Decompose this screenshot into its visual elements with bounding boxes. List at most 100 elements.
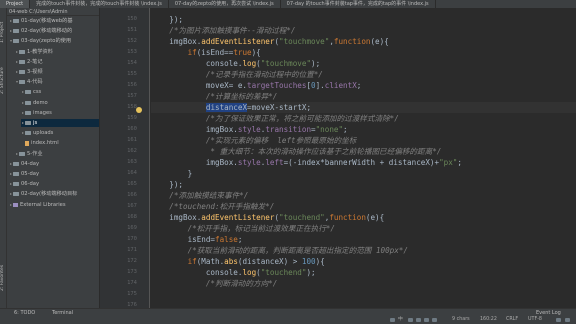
code-line[interactable]: /*获取当前滑动的距离，判断距离是否超出指定的范围 100px*/	[151, 245, 408, 256]
code-line[interactable]: /*判断滑动的方向*/	[151, 278, 277, 289]
git-icon	[565, 318, 570, 322]
tree-item[interactable]: ▾ 03-day(zepto的使用	[9, 37, 99, 45]
tab-file-3[interactable]: 07-day 的touch事件封装tap事件，完成的tap的事件 \index.…	[281, 0, 436, 8]
tree-item[interactable]: ▸ images	[21, 109, 99, 117]
code-line[interactable]: imgBox.addEventListener("touchend",funct…	[151, 212, 384, 223]
tree-item[interactable]: ▸ 02-day(移动端移动的	[9, 27, 99, 35]
cursor-position[interactable]: 160:22	[480, 316, 497, 324]
file-encoding[interactable]: UTF-8	[528, 316, 542, 324]
tree-item-label: 03-day(zepto的使用	[21, 38, 72, 45]
tree-item[interactable]: ▸ 04-day	[9, 160, 99, 168]
tree-item[interactable]: ▸ js	[21, 119, 99, 127]
line-number: 164	[127, 170, 137, 176]
tree-item[interactable]: ▸ 5-作业	[15, 150, 99, 158]
project-root[interactable]: 04-web C:\Users\Admin	[7, 8, 99, 16]
code-line[interactable]: /*touchend:松开手指触发*/	[151, 201, 274, 212]
line-separator[interactable]: CRLF	[506, 316, 518, 324]
tree-item-label: 02-day(移动端移动目标	[21, 191, 78, 198]
tree-item-label: 5-作业	[27, 150, 43, 157]
folder-icon	[13, 29, 19, 34]
tree-item-label: 06-day	[21, 181, 40, 188]
folder-icon	[19, 80, 25, 85]
code-line[interactable]: /*松开手指，标记当前过渡效果正在执行*/	[151, 223, 335, 234]
line-number: 175	[127, 291, 137, 297]
tree-item[interactable]: ▸ demo	[21, 99, 99, 107]
tree-item-label: 2-笔记	[27, 58, 43, 65]
folder-icon	[25, 110, 31, 115]
tree-item[interactable]: ▸ 01-day(移动web的基	[9, 17, 99, 25]
folder-icon	[25, 100, 31, 105]
tree-item[interactable]: ▸ 1-教学资料	[15, 48, 99, 56]
line-number-gutter: 150 151 152 153 154 155 156 157 158 159 160 161 162 1…	[100, 8, 150, 308]
tree-item-label: index.html	[31, 140, 59, 147]
tree-item[interactable]: ▸ External Libraries	[9, 201, 99, 209]
tree-item[interactable]: ▸ 3-视频	[15, 68, 99, 76]
code-line[interactable]: /*实现元素的偏移 left参照最原始的坐标	[151, 135, 356, 146]
line-number: 159	[127, 115, 137, 121]
tree-item[interactable]: ▸ uploads	[21, 129, 99, 137]
code-line[interactable]: });	[151, 14, 183, 25]
code-line[interactable]: if(Math.abs(distanceX) > 100){	[151, 256, 325, 267]
line-number: 165	[127, 181, 137, 187]
tree-item-label: uploads	[33, 130, 54, 137]
tree-item[interactable]: ▸ 02-day(移动端移动目标	[9, 190, 99, 198]
tray-icon	[424, 318, 429, 322]
code-line[interactable]: /*为了保证效果正常，将之前可能添加的过渡样式清除*/	[151, 113, 399, 124]
code-line[interactable]: imgBox.style.transition="none";	[151, 124, 348, 135]
tree-item[interactable]: ▾ 4-代码	[15, 78, 99, 86]
tree-item[interactable]: index.html	[21, 139, 99, 147]
tree-item[interactable]: ▸ css	[21, 88, 99, 96]
code-line[interactable]: isEnd=false;	[151, 234, 243, 245]
line-number: 152	[127, 38, 137, 44]
tree-item-label: 4-代码	[27, 79, 43, 86]
code-line[interactable]: if(isEnd==true){	[151, 47, 261, 58]
code-line[interactable]: /*计算坐标的差异*/	[151, 91, 277, 102]
tree-item-label: External Libraries	[20, 201, 66, 208]
code-line[interactable]: imgBox.style.left=(-index*bannerWidth + …	[151, 157, 462, 168]
lightbulb-icon[interactable]	[136, 107, 142, 113]
tab-project[interactable]: Project	[0, 0, 31, 8]
code-line[interactable]: });	[151, 179, 183, 190]
favorites-tool-tab[interactable]: 2: Favorites	[0, 253, 7, 303]
code-line[interactable]: /*为图片添加触摸事件--滑动过程*/	[151, 25, 295, 36]
folder-icon	[19, 70, 25, 74]
code-line[interactable]: console.log("touchmove");	[151, 58, 320, 69]
folder-icon	[13, 182, 19, 187]
code-line[interactable]: console.log("touchend");	[151, 267, 316, 278]
line-number: 154	[127, 60, 137, 66]
code-line[interactable]: moveX= e.targetTouches[0].clientX;	[151, 80, 362, 91]
code-line[interactable]: distanceX=moveX-startX;	[151, 102, 576, 113]
tree-item[interactable]: ▸ 06-day	[9, 180, 99, 188]
tree-item[interactable]: ▸ 2-笔记	[15, 58, 99, 66]
line-number: 155	[127, 71, 137, 77]
line-number: 166	[127, 192, 137, 198]
tree-item-label: 1-教学资料	[27, 48, 53, 55]
code-line[interactable]: /*记录手指在滑动过程中的位置*/	[151, 69, 323, 80]
line-number: 151	[127, 27, 137, 33]
code-line[interactable]: * 重大细节：本次的滑动操作应该基于之前轮播图已经偏移的距离*/	[151, 146, 441, 157]
code-line[interactable]: /*添加触摸结束事件*/	[151, 190, 248, 201]
code-line[interactable]: }	[151, 168, 193, 179]
folder-icon	[19, 151, 25, 156]
line-number: 170	[127, 236, 137, 242]
tab-file-2[interactable]: 07-day的zepto的使用，再次尝试 \index.js	[169, 0, 281, 8]
folder-icon	[13, 172, 19, 176]
tree-item-label: 01-day(移动web的基	[21, 18, 73, 24]
line-number: 153	[127, 49, 137, 55]
line-number: 150	[127, 16, 137, 22]
lock-icon[interactable]	[556, 318, 561, 322]
tab-file-1[interactable]: 完成的touch事件封装，完成的touch事件封装 \index.js	[30, 0, 169, 8]
html-file-icon	[25, 140, 29, 146]
tree-item-label: css	[33, 89, 42, 96]
tree-item[interactable]: ▸ 05-day	[9, 170, 99, 178]
folder-icon	[13, 39, 19, 44]
code-editor[interactable]: }); /*为图片添加触摸事件--滑动过程*/ imgBox.addEventL…	[151, 8, 576, 308]
structure-tool-tab[interactable]: 2: Structure	[0, 58, 7, 103]
line-number: 168	[127, 214, 137, 220]
ime-indicator[interactable]: 中	[398, 316, 403, 324]
project-tool-tab[interactable]: 1: Project	[0, 12, 7, 52]
code-line[interactable]: imgBox.addEventListener("touchmove",func…	[151, 36, 389, 47]
folder-icon	[13, 19, 19, 23]
left-tool-strip: 1: Project 2: Structure 2: Favorites	[0, 8, 7, 308]
tree-item-label: 04-day	[21, 160, 40, 167]
